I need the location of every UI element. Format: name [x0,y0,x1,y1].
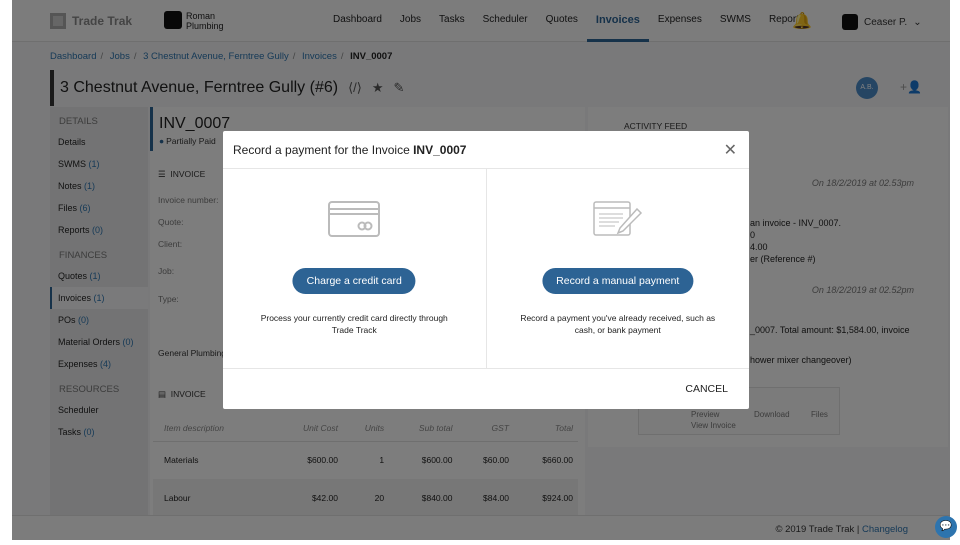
sidebar-item-reports[interactable]: Reports (0) [50,219,148,241]
company-brand: Roman Plumbing [164,11,224,31]
cancel-button[interactable]: CANCEL [685,383,728,395]
activity-date: On 18/2/2019 at 02.53pm [811,178,914,188]
activity-feed-title: ACTIVITY FEED [624,121,688,131]
bell-icon[interactable]: 🔔 [792,11,812,31]
company-name: Roman [186,11,216,21]
download-link[interactable]: Download [754,410,790,419]
charge-credit-card-button[interactable]: Charge a credit card [292,268,416,294]
manual-payment-description: Record a payment you've already received… [520,313,716,335]
sidebar-heading-details: DETAILS [59,116,98,127]
modal-body: Charge a credit card Process your curren… [223,169,749,368]
user-name: Ceaser P. [864,16,908,28]
footer: © 2019 Trade Trak | Changelog [12,515,950,540]
chevron-down-icon: ⌄ [913,16,922,28]
sidebar-item-material-orders[interactable]: Material Orders (0) [50,331,148,353]
logo-icon [50,13,66,29]
sidebar-item-files[interactable]: Files (6) [50,197,148,219]
table-icon: ▤ [158,389,167,399]
activity-text: an invoice - INV_0007. [750,218,842,228]
invoice-section-heading: ☰ INVOICE [158,169,206,179]
field-job: Job: [158,266,175,276]
record-payment-modal: Record a payment for the Invoice INV_000… [223,131,749,409]
logo-text: Trade Trak [72,14,133,28]
star-icon[interactable]: ★ [372,80,384,96]
table-row: Materials $600.00 1 $600.00 $60.00 $660.00 [164,455,573,466]
field-invoice-number: Invoice number: [158,195,219,205]
field-client: Client: [158,239,183,249]
sidebar-item-tasks[interactable]: Tasks (0) [50,421,148,443]
credit-card-description: Process your currently credit card direc… [260,313,448,335]
close-icon[interactable]: ✕ [724,140,737,160]
files-link[interactable]: Files [811,410,828,419]
sidebar-item-quotes[interactable]: Quotes (1) [50,265,148,287]
sidebar-heading-resources: RESOURCES [59,384,120,395]
manual-payment-icon [593,201,642,236]
nav-scheduler[interactable]: Scheduler [474,0,537,42]
field-quote: Quote: [158,217,184,227]
preview-link[interactable]: Preview [691,410,719,419]
breadcrumb: Dashboard / Jobs/ 3 Chestnut Avenue, Fern… [50,51,393,62]
sidebar-item-expenses[interactable]: Expenses (4) [50,353,148,375]
status-dot-icon: ● [159,136,165,146]
credit-card-icon [328,201,381,237]
company-name-2: Plumbing [186,21,224,31]
nav-jobs[interactable]: Jobs [391,0,430,42]
changelog-link[interactable]: Changelog [862,524,908,535]
user-menu[interactable]: Ceaser P. ⌄ [842,14,922,30]
chat-icon[interactable]: 💬 [935,516,957,538]
sidebar-item-pos[interactable]: POs (0) [50,309,148,331]
activity-date: On 18/2/2019 at 02.52pm [811,285,914,295]
page-header: 3 Chestnut Avenue, Ferntree Gully (#6) ⟨… [50,70,948,106]
items-section-heading: ▤ INVOICE [158,389,206,399]
activity-text: 0 [750,230,756,240]
list-icon: ☰ [158,169,166,179]
sidebar-item-invoices[interactable]: Invoices (1) [50,287,148,309]
view-invoice-link[interactable]: View Invoice [691,421,736,430]
nav-quotes[interactable]: Quotes [537,0,587,42]
nav-invoices[interactable]: Invoices [586,0,649,42]
credit-card-option: Charge a credit card Process your curren… [223,169,486,368]
manual-payment-option: Record a manual payment Record a payment… [485,169,750,368]
sidebar-item-scheduler[interactable]: Scheduler [50,399,148,421]
table-header: Item description Unit Cost Units Sub total G… [153,415,578,442]
activity-text: hower mixer changeover) [750,355,852,365]
invoice-items-table: Item description Unit Cost Units Sub total G… [153,415,578,517]
breadcrumb-job[interactable]: 3 Chestnut Avenue, Ferntree Gully [143,51,289,62]
logo[interactable]: Trade Trak [50,13,132,29]
link-icon[interactable]: ⟨/⟩ [348,80,362,96]
field-type: Type: [158,294,179,304]
nav-expenses[interactable]: Expenses [649,0,711,42]
breadcrumb-invoices[interactable]: Invoices [302,51,337,62]
main-menu: Dashboard Jobs Tasks Scheduler Quotes In… [324,0,813,42]
record-manual-payment-button[interactable]: Record a manual payment [542,268,694,294]
user-avatar [842,14,858,30]
assignee-avatar[interactable]: A.B. [856,77,878,99]
copyright: © 2019 Trade Trak | [775,524,863,535]
sidebar-item-notes[interactable]: Notes (1) [50,175,148,197]
sidebar-item-swms[interactable]: SWMS (1) [50,153,148,175]
pencil-icon[interactable]: ✎ [394,80,405,96]
add-user-icon[interactable]: +👤 [900,80,922,94]
modal-title: Record a payment for the Invoice INV_000… [223,131,749,169]
sidebar: DETAILS Details SWMS (1) Notes (1) Files… [50,107,148,515]
nav-dashboard[interactable]: Dashboard [324,0,391,42]
nav-tasks[interactable]: Tasks [430,0,474,42]
breadcrumb-current: INV_0007 [350,51,393,62]
sidebar-item-details[interactable]: Details [50,131,148,153]
nav-swms[interactable]: SWMS [711,0,760,42]
type-value: General Plumbing [158,348,227,358]
activity-text: er (Reference #) [750,254,816,264]
table-row: Labour $42.00 20 $840.00 $84.00 $924.00 [153,479,578,517]
sidebar-heading-finances: FINANCES [59,250,108,261]
top-nav: Trade Trak Roman Plumbing Dashboard Jobs … [12,0,950,42]
breadcrumb-dashboard[interactable]: Dashboard [50,51,96,62]
page-title: 3 Chestnut Avenue, Ferntree Gully (#6) [60,79,339,96]
activity-text: _0007. Total amount: $1,584.00, invoice [750,325,910,335]
breadcrumb-jobs[interactable]: Jobs [110,51,130,62]
activity-text: 4.00 [750,242,768,252]
company-logo-icon [164,11,182,29]
modal-footer: CANCEL [223,368,749,409]
